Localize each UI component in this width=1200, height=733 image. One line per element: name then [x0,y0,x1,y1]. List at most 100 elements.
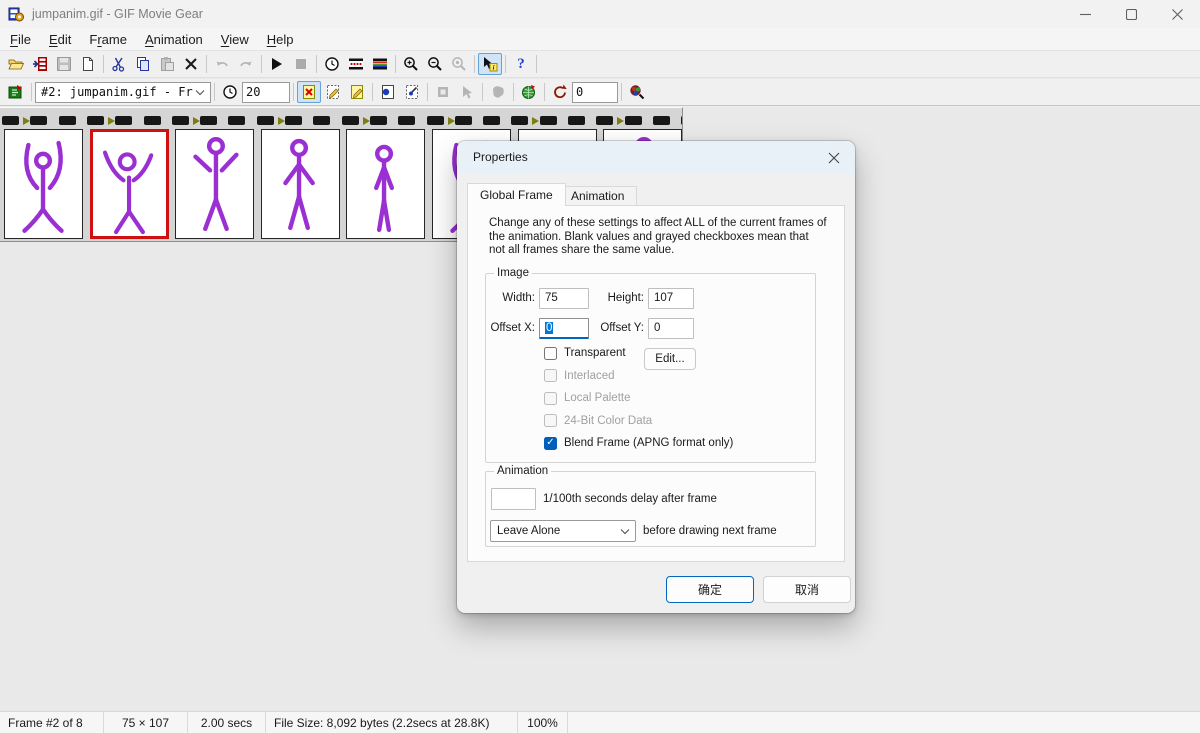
frame-thumbnail-5[interactable] [346,129,425,239]
edit-button[interactable]: Edit... [644,348,696,370]
status-bar: Frame #2 of 875 × 1072.00 secsFile Size:… [0,711,1200,733]
view-colors-button[interactable] [625,81,649,103]
menu-view[interactable]: View [212,29,258,50]
play-button[interactable] [265,53,289,75]
sprocket-hole [144,116,161,125]
open-icon [8,56,24,72]
toolbar-separator [505,55,506,73]
ok-button[interactable]: 确定 [666,576,754,603]
open-button[interactable] [4,53,28,75]
sprocket-hole [398,116,415,125]
reduce-colors-icon [348,56,364,72]
play-marker-icon [108,117,115,125]
minimize-icon[interactable] [1062,0,1108,28]
freehand-icon [490,84,506,100]
frame-delay-input[interactable] [242,82,290,103]
maximize-icon[interactable] [1108,0,1154,28]
delay-input[interactable] [491,488,536,510]
frame-info-button[interactable]: i [478,53,502,75]
disposal-label: before drawing next frame [643,525,777,537]
zoom-out-button[interactable] [423,53,447,75]
frame-thumbnail-4[interactable] [261,129,340,239]
sprocket-hole [200,116,217,125]
checkbox-transparent[interactable]: Transparent [544,346,733,360]
menu-animation[interactable]: Animation [136,29,212,50]
menu-frame[interactable]: Frame [80,29,136,50]
reduce-colors-button[interactable] [344,53,368,75]
frame-toolbar: #2: jumpanim.gif - Fr [0,79,1200,106]
offset-x-field[interactable]: 0 [539,318,589,339]
status-segment-5: 100% [518,712,568,733]
copy-button[interactable] [131,53,155,75]
undo-button [210,53,234,75]
checkbox-box[interactable]: ✓ [544,437,557,450]
sprocket-hole [2,116,19,125]
paste-button [155,53,179,75]
toolbar-separator [214,83,215,101]
pick-color-button[interactable] [400,81,424,103]
delay-clock-button[interactable] [218,81,242,103]
frame-properties-button[interactable] [4,81,28,103]
chevron-down-icon [195,89,205,96]
save-icon [56,56,72,72]
new-button[interactable] [76,53,100,75]
checkbox-blend-frame-apng-format-only[interactable]: ✓Blend Frame (APNG format only) [544,436,733,450]
toolbar-separator [536,55,537,73]
offset-y-field[interactable]: 0 [648,318,694,339]
status-segment-2: 75 × 107 [104,712,188,733]
menu-edit[interactable]: Edit [40,29,80,50]
insert-frames-button[interactable] [28,53,52,75]
edit-frame-button[interactable] [345,81,369,103]
sprocket-hole [87,116,104,125]
rotate-button[interactable] [548,81,572,103]
menu-help[interactable]: Help [258,29,303,50]
title-bar: jumpanim.gif - GIF Movie Gear [0,0,1200,28]
status-segment-4: File Size: 8,092 bytes (2.2secs at 28.8K… [266,712,518,733]
palette-view-button[interactable] [517,81,541,103]
close-icon[interactable] [1154,0,1200,28]
tab-global-frame[interactable]: Global Frame [467,183,566,206]
checkbox-box [544,369,557,382]
disposal-dropdown[interactable]: Leave Alone [490,520,636,542]
width-field[interactable]: 75 [539,288,589,309]
dialog-title-bar[interactable]: Properties [457,141,855,173]
checkbox-label: Local Palette [564,392,631,404]
app-window: jumpanim.gif - GIF Movie Gear FileEditFr… [0,0,1200,733]
frame-thumbnail-1[interactable] [4,129,83,239]
rotate-icon [552,84,568,100]
tab-animation[interactable]: Animation [558,186,637,206]
menu-file[interactable]: File [1,29,40,50]
timing-button[interactable] [320,53,344,75]
delete-button[interactable] [179,53,203,75]
app-icon [8,6,24,22]
toolbar-separator [427,83,428,101]
timing-icon [324,56,340,72]
rotate-angle-input[interactable] [572,82,618,103]
frame-thumbnail-2[interactable] [90,129,169,239]
sprocket-hole [568,116,585,125]
play-icon [269,56,285,72]
sprocket-hole [511,116,528,125]
color-palette-button[interactable] [368,53,392,75]
zoom-in-button[interactable] [399,53,423,75]
dialog-close-icon[interactable] [826,150,842,166]
main-toolbar: i? [0,51,1200,78]
height-field[interactable]: 107 [648,288,694,309]
transparency-off-button[interactable] [297,81,321,103]
window-title: jumpanim.gif - GIF Movie Gear [32,7,203,21]
play-marker-icon [363,117,370,125]
cancel-button[interactable]: 取消 [763,576,851,603]
help-button[interactable]: ? [509,53,533,75]
offset-x-label: Offset X: [486,322,535,334]
cut-button[interactable] [107,53,131,75]
frame-thumbnail-3[interactable] [175,129,254,239]
properties-dialog: Properties Global Frame Animation Change… [457,141,855,613]
transparency-edit-button[interactable] [321,81,345,103]
undo-icon [214,56,230,72]
redo-icon [238,56,254,72]
frame-selector[interactable]: #2: jumpanim.gif - Fr [35,82,211,103]
checkbox-box[interactable] [544,347,557,360]
set-transparent-color-button[interactable] [376,81,400,103]
offset-x-selected-text: 0 [545,322,553,334]
delay-label: 1/100th seconds delay after frame [543,493,717,505]
